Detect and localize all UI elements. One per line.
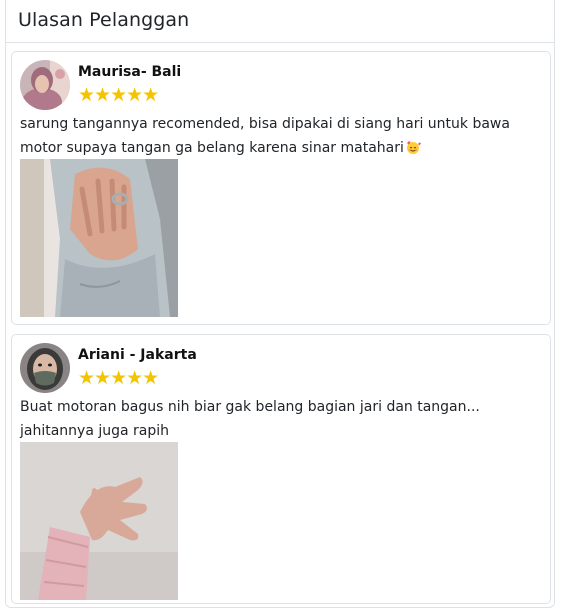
smiling-face-with-hearts-icon	[405, 138, 421, 154]
reviewer-name: Ariani - Jakarta	[78, 347, 197, 363]
avatar	[20, 60, 70, 110]
review-text: sarung tangannya recomended, bisa dipaka…	[20, 112, 540, 160]
review-text-content: sarung tangannya recomended, bisa dipaka…	[20, 116, 510, 156]
reviewer-name: Maurisa- Bali	[78, 64, 182, 80]
star-rating: ★★★★★	[78, 84, 159, 106]
review-photo[interactable]	[20, 159, 178, 317]
reviews-panel: Ulasan Pelanggan Maurisa- Bali ★★★★★ sar…	[5, 0, 555, 608]
avatar	[20, 343, 70, 393]
review-photo[interactable]	[20, 442, 178, 600]
section-title: Ulasan Pelanggan	[18, 9, 190, 31]
star-rating: ★★★★★	[78, 367, 159, 389]
title-divider	[6, 42, 554, 43]
review-card: Maurisa- Bali ★★★★★ sarung tangannya rec…	[11, 51, 551, 325]
review-text: Buat motoran bagus nih biar gak belang b…	[20, 399, 480, 439]
review-card: Ariani - Jakarta ★★★★★ Buat motoran bagu…	[11, 334, 551, 604]
